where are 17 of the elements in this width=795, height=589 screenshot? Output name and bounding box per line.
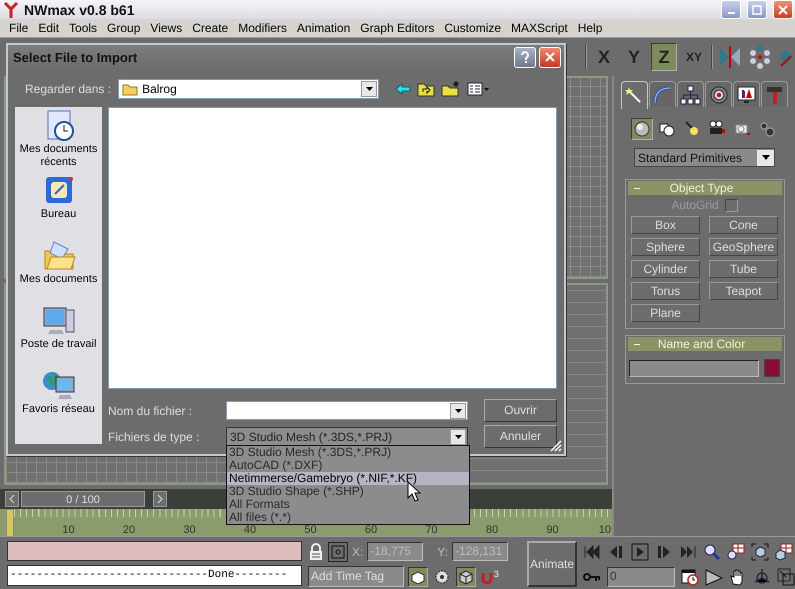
tick-label: 10 — [61, 525, 76, 536]
look-in-label: Regarder dans : — [25, 82, 112, 96]
tick-label: 90 — [545, 525, 560, 536]
tick-label: 10 — [598, 525, 611, 536]
file-name-label: Nom du fichier : — [108, 404, 194, 418]
x-coordinate-label: X: — [352, 544, 364, 558]
tick-label: 40 — [242, 525, 258, 536]
tick-label: 30 — [182, 525, 197, 536]
file-type-label: Fichiers de type : — [108, 430, 200, 444]
tick-label: 20 — [122, 525, 136, 536]
window-title: NWmax v0.8 b61 — [24, 2, 136, 18]
tick-label: 60 — [364, 525, 378, 536]
y-coordinate-label: Y: — [437, 544, 448, 558]
tick-label: 80 — [484, 525, 500, 536]
dialog-title: Select File to Import — [13, 50, 138, 64]
tick-label: 70 — [424, 525, 439, 536]
tick-label: 50 — [303, 525, 318, 536]
